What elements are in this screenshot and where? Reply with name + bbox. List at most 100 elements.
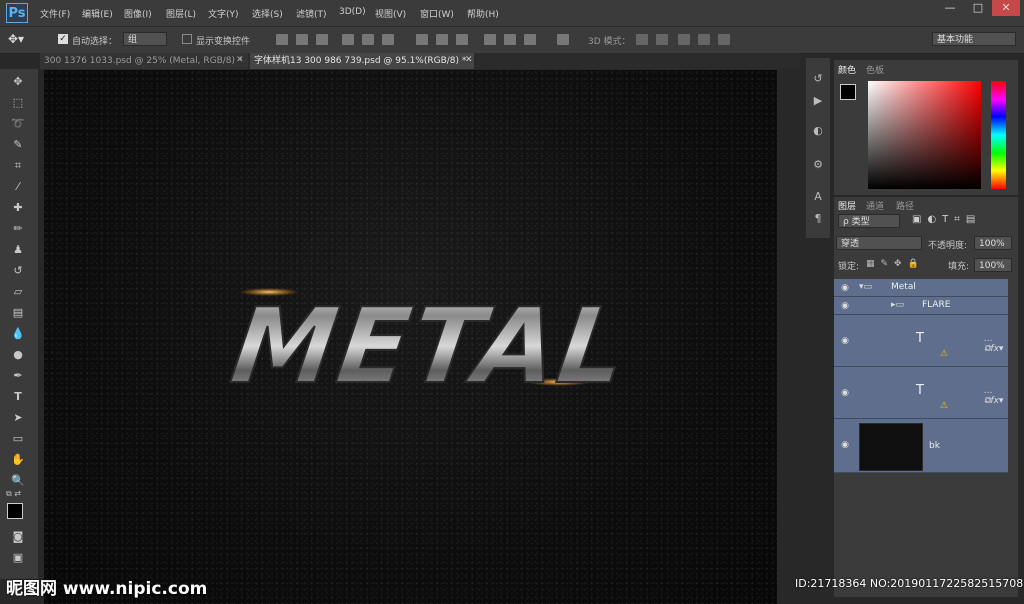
layer-row-metal[interactable]: ◉ ▾▭ Metal xyxy=(834,279,1008,297)
auto-align-icon[interactable] xyxy=(557,34,569,45)
layer-row-text-2[interactable]: ◉ T ⚠ …⧉fx▾ xyxy=(834,367,1008,419)
minimize-button[interactable]: — xyxy=(936,0,964,16)
opacity-input[interactable]: 100% xyxy=(974,236,1012,250)
menu-type[interactable]: 文字(Y) xyxy=(208,7,239,20)
rectangle-tool-icon[interactable]: ▭ xyxy=(10,432,26,446)
align-left-icon[interactable] xyxy=(342,34,354,45)
tab-color[interactable]: 颜色 xyxy=(838,63,856,76)
fill-input[interactable]: 100% xyxy=(974,258,1012,272)
properties-icon[interactable]: ⚙ xyxy=(810,158,826,172)
hand-tool-icon[interactable]: ✋ xyxy=(10,453,26,467)
layer-filter-dropdown[interactable]: ρ 类型 xyxy=(838,214,900,228)
align-bottom-icon[interactable] xyxy=(316,34,328,45)
move-tool-icon[interactable]: ✥ xyxy=(10,75,26,89)
visibility-eye-icon[interactable]: ◉ xyxy=(839,441,851,450)
3d-scale-icon[interactable] xyxy=(718,34,730,45)
visibility-eye-icon[interactable]: ◉ xyxy=(839,284,851,293)
eyedropper-tool-icon[interactable]: ⁄ xyxy=(10,180,26,194)
screen-mode-icon[interactable]: ▣ xyxy=(10,551,26,565)
path-select-tool-icon[interactable]: ➤ xyxy=(10,411,26,425)
align-vcenter-icon[interactable] xyxy=(296,34,308,45)
brush-tool-icon[interactable]: ✏ xyxy=(10,222,26,236)
tab-swatches[interactable]: 色板 xyxy=(866,63,884,76)
gradient-tool-icon[interactable]: ▤ xyxy=(10,306,26,320)
dodge-tool-icon[interactable]: ● xyxy=(10,348,26,362)
menu-help[interactable]: 帮助(H) xyxy=(467,7,499,20)
layer-filter-icons[interactable]: ▣◐T⌗▤ xyxy=(912,214,981,225)
type-tool-icon[interactable]: T xyxy=(10,390,26,404)
foreground-color-swatch[interactable] xyxy=(7,503,23,519)
tab-paths[interactable]: 路径 xyxy=(896,199,914,212)
actions-play-icon[interactable]: ▶ xyxy=(810,94,826,108)
auto-select-dropdown[interactable]: 组 xyxy=(123,32,167,46)
hue-slider[interactable] xyxy=(991,81,1006,189)
layer-row-text-1[interactable]: ◉ T ⚠ …⧉fx▾ xyxy=(834,315,1008,367)
align-hcenter-icon[interactable] xyxy=(362,34,374,45)
close-tab-icon[interactable]: ✕ xyxy=(236,55,244,65)
menu-select[interactable]: 选择(S) xyxy=(252,7,283,20)
menu-view[interactable]: 视图(V) xyxy=(375,7,406,20)
3d-slide-icon[interactable] xyxy=(698,34,710,45)
quick-select-tool-icon[interactable]: ✎ xyxy=(10,138,26,152)
distribute-top-icon[interactable] xyxy=(416,34,428,45)
blur-tool-icon[interactable]: 💧 xyxy=(10,327,26,341)
3d-rotate-icon[interactable] xyxy=(636,34,648,45)
healing-brush-tool-icon[interactable]: ✚ xyxy=(10,201,26,215)
distribute-left-icon[interactable] xyxy=(484,34,496,45)
history-brush-tool-icon[interactable]: ↺ xyxy=(10,264,26,278)
menu-edit[interactable]: 编辑(E) xyxy=(82,7,113,20)
menu-image[interactable]: 图像(I) xyxy=(124,7,152,20)
fx-icon[interactable]: …⧉fx▾ xyxy=(984,334,1008,354)
layer-row-bk[interactable]: ◉ bk xyxy=(834,419,1008,473)
marquee-tool-icon[interactable]: ⬚ xyxy=(10,96,26,110)
document-canvas[interactable]: METAL xyxy=(44,70,777,604)
eraser-tool-icon[interactable]: ▱ xyxy=(10,285,26,299)
clone-stamp-tool-icon[interactable]: ♟ xyxy=(10,243,26,257)
align-right-icon[interactable] xyxy=(382,34,394,45)
zoom-tool-icon[interactable]: 🔍 xyxy=(10,474,26,488)
distribute-right-icon[interactable] xyxy=(524,34,536,45)
3d-roll-icon[interactable] xyxy=(656,34,668,45)
close-tab-icon[interactable]: ✕ xyxy=(465,55,473,65)
show-transform-checkbox[interactable] xyxy=(182,34,192,44)
layer-row-flare[interactable]: ◉ ▸▭ FLARE xyxy=(834,297,1008,315)
lasso-tool-icon[interactable]: ➰ xyxy=(10,117,26,131)
tab-channels[interactable]: 通道 xyxy=(866,199,884,212)
tab-document-2[interactable]: 字体样机13 300 986 739.psd @ 95.1%(RGB/8) * xyxy=(250,53,474,69)
paragraph-icon[interactable]: ¶ xyxy=(810,212,826,226)
menu-filter[interactable]: 滤镜(T) xyxy=(296,7,327,20)
3d-pan-icon[interactable] xyxy=(678,34,690,45)
default-colors-icon[interactable]: ⧉ ⇄ xyxy=(6,489,21,499)
menu-file[interactable]: 文件(F) xyxy=(40,7,70,20)
history-icon[interactable]: ↺ xyxy=(810,72,826,86)
distribute-vcenter-icon[interactable] xyxy=(436,34,448,45)
fx-icon[interactable]: …⧉fx▾ xyxy=(984,386,1008,406)
pen-tool-icon[interactable]: ✒ xyxy=(10,369,26,383)
character-icon[interactable]: A xyxy=(810,190,826,204)
close-button[interactable]: ✕ xyxy=(992,0,1020,16)
visibility-eye-icon[interactable]: ◉ xyxy=(839,302,851,311)
menu-layer[interactable]: 图层(L) xyxy=(166,7,196,20)
distribute-bottom-icon[interactable] xyxy=(456,34,468,45)
blend-mode-dropdown[interactable]: 穿透 xyxy=(836,236,922,250)
auto-select-checkbox[interactable]: ✓ xyxy=(58,34,68,44)
lock-icons[interactable]: ▦✎✥🔒 xyxy=(866,259,925,269)
align-top-icon[interactable] xyxy=(276,34,288,45)
tab-document-1[interactable]: 300 1376 1033.psd @ 25% (Metal, RGB/8) * xyxy=(40,53,248,69)
menu-window[interactable]: 窗口(W) xyxy=(420,7,454,20)
tab-layers[interactable]: 图层 xyxy=(838,199,856,212)
fg-color-chip[interactable] xyxy=(840,84,856,100)
warning-icon: ⚠ xyxy=(940,401,949,411)
photoshop-logo: Ps xyxy=(6,3,28,23)
crop-tool-icon[interactable]: ⌗ xyxy=(10,159,26,173)
visibility-eye-icon[interactable]: ◉ xyxy=(839,337,851,346)
distribute-hcenter-icon[interactable] xyxy=(504,34,516,45)
restore-button[interactable]: □ xyxy=(964,0,992,16)
menu-3d[interactable]: 3D(D) xyxy=(339,7,366,17)
visibility-eye-icon[interactable]: ◉ xyxy=(839,389,851,398)
move-tool-icon[interactable]: ✥▾ xyxy=(8,32,24,46)
adjustments-icon[interactable]: ◐ xyxy=(810,124,826,138)
workspace-dropdown[interactable]: 基本功能 xyxy=(932,32,1016,46)
quick-mask-icon[interactable]: ◙ xyxy=(10,530,26,544)
color-picker-field[interactable] xyxy=(868,81,981,189)
